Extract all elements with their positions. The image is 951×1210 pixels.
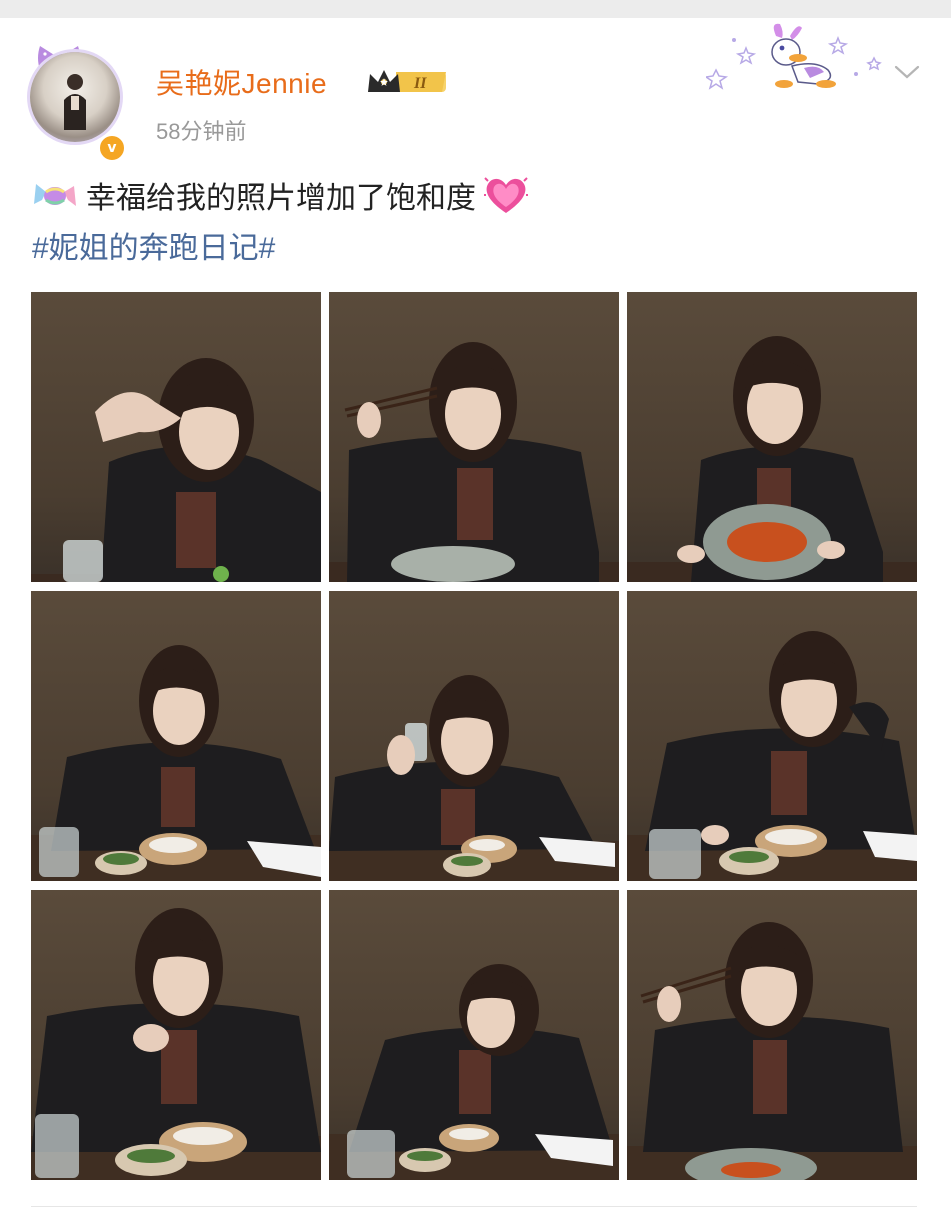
username[interactable]: 吴艳妮Jennie [156, 62, 327, 102]
avatar-photo [30, 52, 120, 142]
chevron-down-icon[interactable] [893, 62, 921, 82]
photo-2[interactable] [329, 292, 619, 582]
heart-emoji [484, 177, 528, 213]
level-badge: II [413, 75, 427, 92]
post-card: v 吴艳妮Jennie II 58分钟前 幸福给我的照片增加了饱和度 #妮姐的奔… [0, 18, 951, 1210]
photo-3[interactable] [627, 292, 917, 582]
photo-4[interactable] [31, 591, 321, 881]
avatar[interactable]: v [24, 38, 128, 162]
photo-7[interactable] [31, 890, 321, 1180]
photo-grid [31, 292, 917, 1180]
photo-6[interactable] [627, 591, 917, 881]
photo-5[interactable] [329, 591, 619, 881]
post-body-text: 幸福给我的照片增加了饱和度 [86, 182, 476, 215]
post-text: 幸福给我的照片增加了饱和度 [32, 173, 528, 217]
photo-9[interactable] [627, 890, 917, 1180]
photo-8[interactable] [329, 890, 619, 1180]
post-timestamp: 58分钟前 [156, 119, 247, 144]
candy-emoji [34, 184, 76, 206]
hashtag-link[interactable]: #妮姐的奔跑日记# [32, 223, 275, 267]
verified-badge-icon: v [98, 134, 126, 162]
daisy-duck-sticker [706, 23, 882, 90]
photo-1[interactable] [31, 292, 321, 582]
post-divider [31, 1206, 917, 1207]
crown-icon: II [368, 70, 446, 92]
